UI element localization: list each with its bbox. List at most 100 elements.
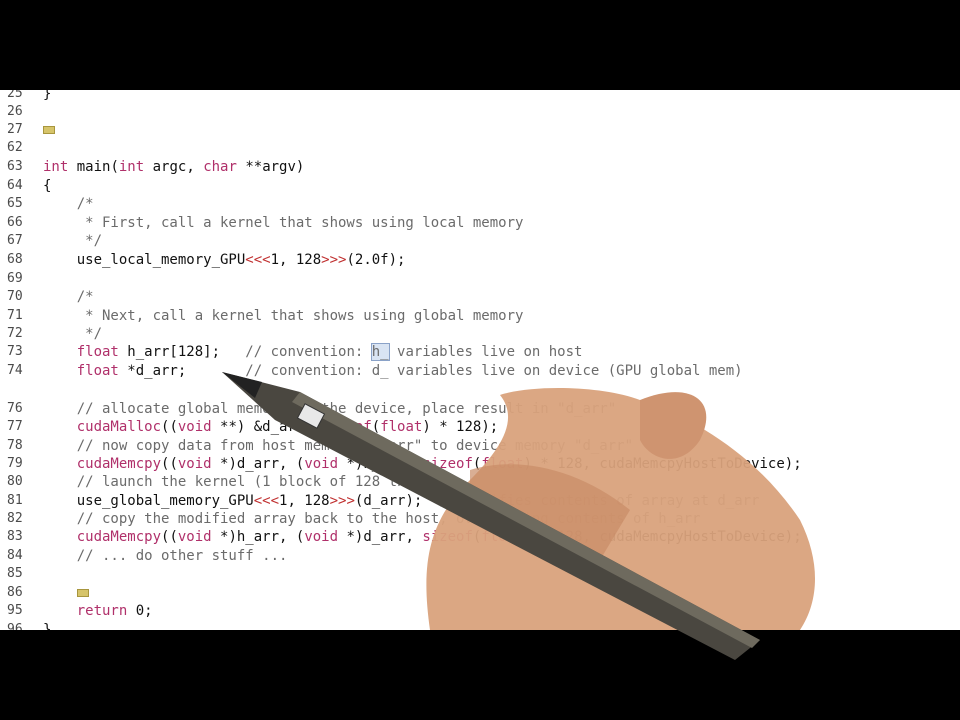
code-token: (( [161, 419, 178, 435]
code-line[interactable]: 67 */ [0, 232, 960, 250]
code-line[interactable]: 68 use_local_memory_GPU<<<1, 128>>>(2.0f… [0, 251, 960, 269]
line-number: 65 [7, 196, 23, 211]
code-line[interactable]: 84 // ... do other stuff ... [0, 547, 960, 565]
fold-marker-icon[interactable] [76, 589, 89, 597]
code-token: use_local_memory_GPU [43, 252, 246, 268]
code-line[interactable]: 64 { [0, 177, 960, 195]
code-token: * Next, call a kernel that shows using g… [43, 308, 524, 324]
code-token: sizeof [321, 419, 372, 435]
code-token: // launch the kernel (1 block of 128 thr… [43, 474, 457, 490]
code-token: float [43, 344, 119, 360]
letterbox-top [0, 0, 960, 90]
code-line[interactable]: 74 float *d_arr; // convention: d_ varia… [0, 362, 960, 380]
line-number: 77 [7, 419, 23, 434]
line-number: 81 [7, 493, 23, 508]
letterbox-bottom [0, 630, 960, 720]
code-text: // now copy data from host memory "h_arr… [43, 437, 633, 455]
code-line[interactable]: 78 // now copy data from host memory "h_… [0, 437, 960, 455]
code-line[interactable]: 79 cudaMemcpy((void *)d_arr, (void *)h_a… [0, 455, 960, 473]
code-line[interactable]: 83 cudaMemcpy((void *)h_arr, (void *)d_a… [0, 528, 960, 546]
code-line[interactable]: 66 * First, call a kernel that shows usi… [0, 214, 960, 232]
code-text: cudaMalloc((void **) &d_arr, sizeof(floa… [43, 418, 499, 436]
code-text [43, 584, 89, 602]
line-number: 72 [7, 326, 23, 341]
code-line[interactable]: 27 [0, 121, 960, 139]
code-token: int [43, 159, 69, 175]
code-token: // copy the modified array back to the h… [43, 511, 701, 527]
line-number: 95 [7, 603, 23, 618]
code-line[interactable]: 63 int main(int argc, char **argv) [0, 158, 960, 176]
code-token: cudaMalloc [43, 419, 162, 435]
code-token: (d_arr); [354, 493, 440, 509]
code-line[interactable]: 72 */ [0, 325, 960, 343]
code-editor[interactable]: 25} 26 27 62 63 int main(int argc, char **arg… [0, 90, 960, 630]
fold-marker-icon[interactable] [43, 126, 55, 134]
code-text: int main(int argc, char **argv) [43, 158, 304, 176]
code-text: * Next, call a kernel that shows using g… [43, 307, 523, 325]
code-token: sizeof [422, 456, 473, 472]
code-token: // ... do other stuff ... [43, 548, 288, 564]
code-token: float [481, 456, 524, 472]
code-token: (2.0f); [346, 252, 406, 268]
code-text: // launch the kernel (1 block of 128 thr… [43, 473, 456, 491]
line-number: 82 [7, 511, 23, 526]
code-line[interactable]: 77 cudaMalloc((void **) &d_arr, sizeof(f… [0, 418, 960, 436]
line-number: 76 [7, 401, 23, 416]
code-token: /* [43, 196, 94, 212]
code-line[interactable]: 81 use_global_memory_GPU<<<1, 128>>>(d_a… [0, 492, 960, 510]
code-token: ) * 128, cudaMemcpyHostToDevice); [523, 456, 802, 472]
code-line[interactable]: 85 [0, 565, 960, 583]
code-token: void [177, 419, 212, 435]
code-line[interactable]: 86 [0, 584, 960, 602]
code-token: */ [43, 326, 103, 342]
code-line[interactable]: 70 /* [0, 288, 960, 306]
code-token: } [43, 90, 52, 102]
code-text: cudaMemcpy((void *)d_arr, (void *)h_arr,… [43, 455, 802, 473]
code-text: } [43, 90, 51, 103]
line-number: 71 [7, 308, 23, 323]
code-text: float h_arr[128]; // convention: h_ vari… [43, 343, 582, 361]
line-number: 73 [7, 344, 23, 359]
code-line[interactable]: 80 // launch the kernel (1 block of 128 … [0, 473, 960, 491]
code-line[interactable]: 76 // allocate global memory on the devi… [0, 400, 960, 418]
line-number: 83 [7, 529, 23, 544]
code-line[interactable]: 95 return 0; [0, 602, 960, 620]
code-token: void [304, 456, 339, 472]
code-line[interactable]: 96} [0, 621, 960, 630]
code-text: use_global_memory_GPU<<<1, 128>>>(d_arr)… [43, 492, 760, 510]
code-text [43, 121, 55, 139]
code-token: *)h_arr, ( [211, 529, 305, 545]
code-token: cudaMemcpy [43, 529, 162, 545]
code-token: (( [161, 529, 178, 545]
code-token: **) &d_arr, [211, 419, 322, 435]
code-token: char [203, 159, 237, 175]
code-token: variables live on host [388, 344, 583, 360]
selected-token: h_ [370, 343, 390, 361]
code-line[interactable]: 71 * Next, call a kernel that shows usin… [0, 307, 960, 325]
code-token: *)d_arr, ( [211, 456, 305, 472]
line-number: 69 [7, 271, 23, 286]
code-line[interactable]: 82 // copy the modified array back to th… [0, 510, 960, 528]
code-line[interactable]: 25} [0, 90, 960, 103]
code-token: 1, 128 [270, 252, 322, 268]
code-text: */ [43, 232, 102, 250]
code-line[interactable]: 26 [0, 103, 960, 121]
code-text: float *d_arr; // convention: d_ variable… [43, 362, 743, 380]
line-number: 67 [7, 233, 23, 248]
code-line[interactable]: 62 [0, 139, 960, 157]
code-token: ) * 128); [422, 419, 499, 435]
code-text: // ... do other stuff ... [43, 547, 288, 565]
line-number: 78 [7, 438, 23, 453]
code-line[interactable]: 73 float h_arr[128]; // convention: h_ v… [0, 343, 960, 361]
code-text: } [43, 621, 51, 630]
line-number: 27 [7, 122, 23, 137]
code-token: >>> [329, 493, 355, 509]
code-line[interactable]: 69 [0, 270, 960, 288]
line-number: 25 [7, 90, 23, 101]
code-line[interactable]: 65 /* [0, 195, 960, 213]
line-number: 64 [7, 178, 23, 193]
code-token: sizeof [422, 529, 473, 545]
code-token: ) * 128, cudaMemcpyHostToDevice); [523, 529, 802, 545]
line-number: 70 [7, 289, 23, 304]
line-number: 62 [7, 140, 23, 155]
